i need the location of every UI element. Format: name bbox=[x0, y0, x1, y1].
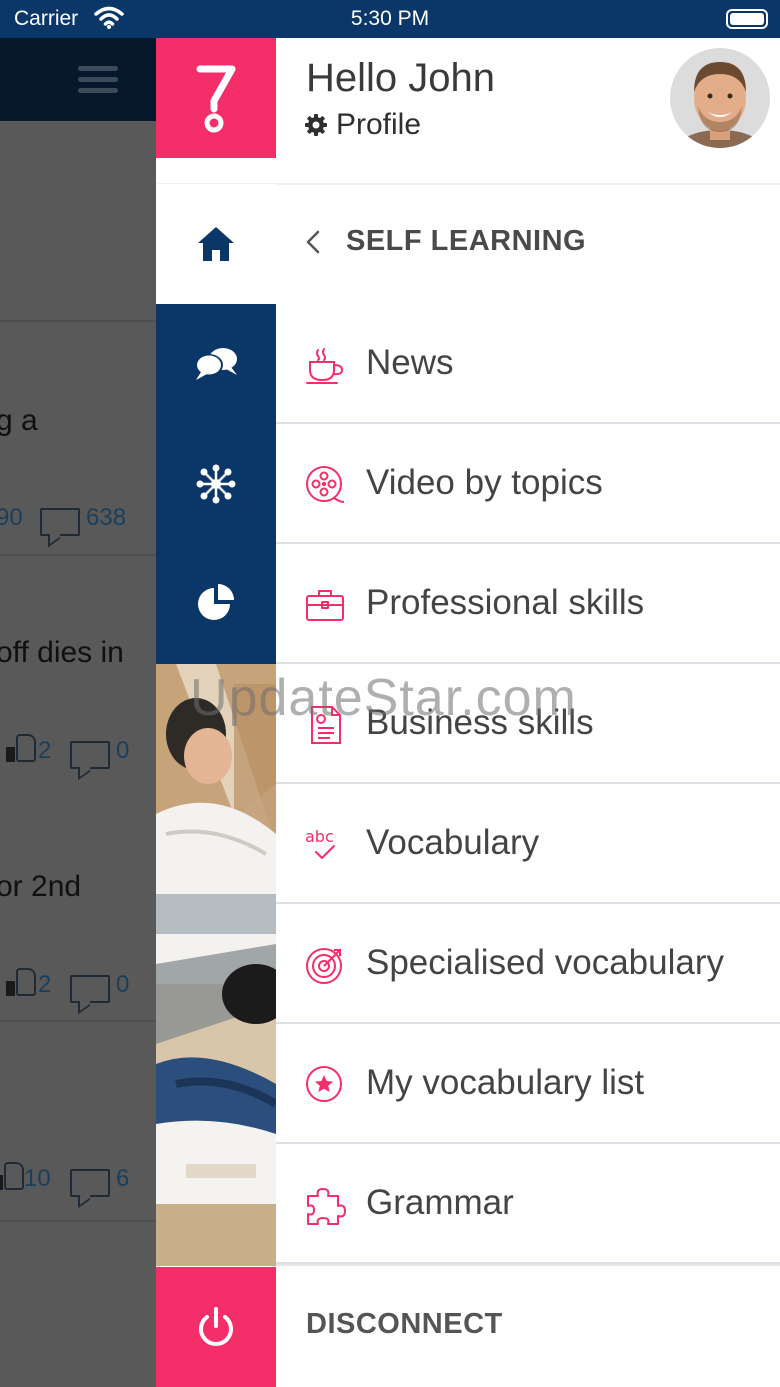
comment-icon bbox=[40, 508, 80, 536]
chat-bubbles-icon bbox=[195, 348, 237, 380]
rail-stats-button[interactable] bbox=[156, 544, 276, 664]
disconnect-icon-button[interactable] bbox=[156, 1267, 276, 1387]
rail-home-button[interactable] bbox=[156, 184, 276, 304]
divider bbox=[0, 1220, 156, 1222]
like-count: 10 bbox=[24, 1165, 51, 1192]
divider bbox=[276, 1264, 780, 1266]
menu-item-label: Grammar bbox=[366, 1183, 514, 1222]
battery-icon bbox=[726, 9, 768, 29]
divider bbox=[0, 1020, 156, 1022]
rail-network-button[interactable] bbox=[156, 424, 276, 544]
menu-item-label: Video by topics bbox=[366, 463, 603, 502]
menu-item-my-vocabulary-list[interactable]: My vocabulary list bbox=[276, 1024, 780, 1144]
svg-text:abc: abc bbox=[305, 827, 334, 846]
target-icon bbox=[306, 948, 342, 984]
divider bbox=[0, 554, 156, 556]
comment-count: 6 bbox=[116, 1165, 130, 1192]
menu-item-vocabulary[interactable]: abc Vocabulary bbox=[276, 784, 780, 904]
menu-item-professional-skills[interactable]: Professional skills bbox=[276, 544, 780, 664]
home-icon bbox=[198, 227, 234, 261]
rail-chat-button[interactable] bbox=[156, 304, 276, 424]
briefcase-icon bbox=[306, 590, 344, 621]
menu-item-grammar[interactable]: Grammar bbox=[276, 1144, 780, 1264]
thumbs-up-icon bbox=[6, 968, 36, 996]
network-icon bbox=[196, 464, 236, 504]
like-count: 2 bbox=[38, 971, 52, 998]
office-photo bbox=[156, 664, 276, 1266]
feed-item-title: or 2nd bbox=[0, 870, 82, 903]
app-logo[interactable] bbox=[156, 38, 276, 158]
menu-item-video-by-topics[interactable]: Video by topics bbox=[276, 424, 780, 544]
abc-check-icon: abc bbox=[305, 827, 335, 859]
comment-icon bbox=[70, 1169, 110, 1197]
question-logo-icon bbox=[196, 65, 236, 133]
like-count: 90 bbox=[0, 504, 23, 531]
section-back-button[interactable]: SELF LEARNING bbox=[306, 225, 586, 258]
menu-item-news[interactable]: News bbox=[276, 304, 780, 424]
comment-count: 638 bbox=[86, 504, 127, 531]
coffee-cup-icon bbox=[306, 348, 344, 384]
menu-item-label: Professional skills bbox=[366, 583, 645, 622]
power-icon bbox=[199, 1307, 233, 1346]
thumbs-up-icon bbox=[0, 1162, 24, 1190]
background-app-overlay[interactable]: g a 90 638 off dies in 2 0 or 2nd 2 0 10… bbox=[0, 38, 156, 1387]
menu-item-specialised-vocabulary[interactable]: Specialised vocabulary bbox=[276, 904, 780, 1024]
clock: 5:30 PM bbox=[350, 7, 430, 30]
like-count: 2 bbox=[38, 737, 52, 764]
menu-item-label: Specialised vocabulary bbox=[366, 943, 724, 982]
menu-item-label: News bbox=[366, 343, 454, 382]
feed-item-title: off dies in bbox=[0, 636, 124, 669]
profile-link[interactable]: Profile bbox=[304, 108, 421, 142]
decorative-photo bbox=[156, 664, 276, 1266]
comment-icon bbox=[70, 741, 110, 769]
status-bar: Carrier 5:30 PM bbox=[0, 0, 780, 38]
menu-item-label: Vocabulary bbox=[366, 823, 540, 862]
disconnect-button[interactable]: DISCONNECT bbox=[306, 1308, 503, 1341]
star-circle-icon bbox=[306, 1066, 342, 1102]
pie-chart-icon bbox=[198, 584, 234, 620]
comment-count: 0 bbox=[116, 971, 130, 998]
film-reel-icon bbox=[306, 466, 345, 503]
feed-item-title: g a bbox=[0, 404, 38, 437]
comment-icon bbox=[70, 975, 110, 1003]
chevron-left-icon bbox=[306, 230, 320, 253]
menu-item-label: My vocabulary list bbox=[366, 1063, 645, 1102]
divider bbox=[0, 320, 156, 322]
profile-label: Profile bbox=[336, 108, 422, 141]
thumbs-up-icon bbox=[6, 734, 36, 762]
greeting-title: Hello John bbox=[306, 56, 496, 100]
comment-count: 0 bbox=[116, 737, 130, 764]
avatar-photo bbox=[670, 48, 770, 148]
avatar[interactable] bbox=[670, 48, 770, 148]
hamburger-icon bbox=[78, 66, 118, 99]
puzzle-icon bbox=[307, 1188, 346, 1225]
gear-icon bbox=[305, 114, 327, 136]
watermark: UpdateStar.com bbox=[190, 669, 577, 727]
background-header bbox=[0, 38, 156, 121]
section-title: SELF LEARNING bbox=[346, 225, 587, 257]
